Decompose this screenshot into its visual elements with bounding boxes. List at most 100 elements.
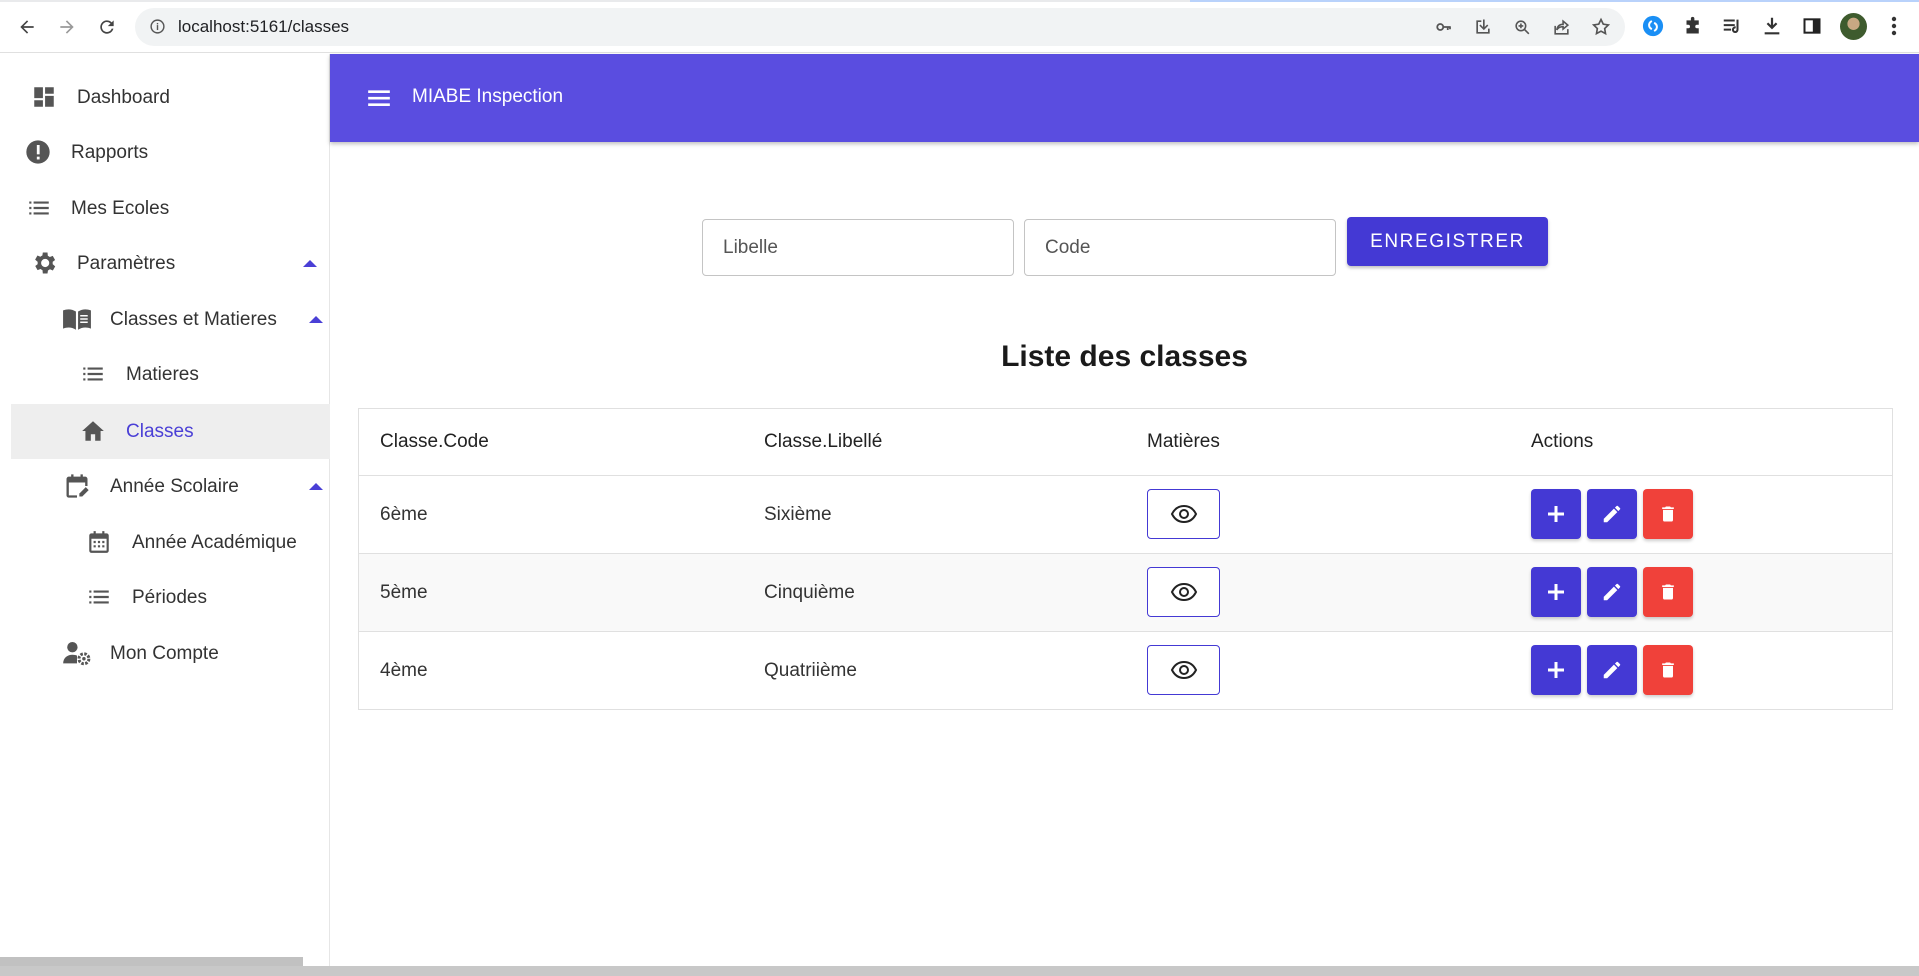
sidebar-item-periodes[interactable]: Périodes [0,570,330,625]
address-bar[interactable]: localhost:5161/classes [135,8,1625,46]
gear-icon [29,248,59,278]
pencil-icon [1603,505,1621,523]
class-code-cell: 6ème [380,504,428,525]
install-app-icon[interactable] [1472,16,1494,38]
class-libelle-cell: Quatriième [764,660,857,681]
column-header-libelle: Classe.Libellé [764,431,883,452]
reload-icon[interactable] [92,12,122,42]
user-settings-icon [62,638,92,668]
page-horizontal-scrollbar[interactable] [0,966,1919,976]
trash-icon [1662,584,1674,600]
trash-icon [1662,506,1674,522]
add-matiere-button[interactable] [1531,567,1581,617]
edit-button[interactable] [1587,489,1637,539]
sidebar: Dashboard Rapports Mes Ecoles Paramètres… [0,54,330,969]
trash-icon [1662,662,1674,678]
app-title: MIABE Inspection [412,86,564,107]
table-row: 4ème Quatriième [359,632,1892,709]
edit-button[interactable] [1587,645,1637,695]
code-field[interactable] [1024,219,1336,276]
site-info-icon[interactable] [149,18,166,40]
delete-button[interactable] [1643,645,1693,695]
browser-toolbar: localhost:5161/classes [0,0,1919,53]
share-icon[interactable] [1550,16,1572,38]
shazam-extension-icon[interactable] [1641,14,1665,38]
alert-circle-icon [23,137,53,167]
sidebar-item-label: Matieres [126,363,199,385]
class-code-cell: 4ème [380,660,428,681]
sidebar-item-rapports[interactable]: Rapports [0,125,330,180]
plus-icon [1548,662,1564,678]
delete-button[interactable] [1643,489,1693,539]
downloads-icon[interactable] [1760,14,1784,38]
list-title: Liste des classes [1001,340,1248,373]
column-header-code: Classe.Code [380,431,489,452]
expand-caret-icon [309,483,323,490]
hamburger-menu-icon[interactable] [366,85,392,111]
classes-table: Classe.Code Classe.Libellé Matières Acti… [358,408,1893,710]
column-header-matieres: Matières [1147,431,1220,452]
edit-button[interactable] [1587,567,1637,617]
sidebar-item-mon-compte[interactable]: Mon Compte [0,626,330,681]
media-queue-icon[interactable] [1720,14,1744,38]
sidebar-item-label: Classes et Matieres [110,308,277,330]
plus-icon [1548,506,1564,522]
code-input[interactable] [1025,220,1335,275]
home-icon [78,416,108,446]
sidebar-item-parametres[interactable]: Paramètres [0,236,330,291]
table-row: 6ème Sixième [359,476,1892,554]
sidebar-item-annee-academique[interactable]: Année Académique [0,515,330,570]
save-button[interactable]: ENREGISTRER [1347,217,1548,266]
pencil-icon [1603,583,1621,601]
calendar-edit-icon [62,471,92,501]
view-matieres-button[interactable] [1147,645,1220,695]
pencil-icon [1603,661,1621,679]
sidebar-item-classes-et-matieres[interactable]: Classes et Matieres [0,292,330,347]
key-icon[interactable] [1433,16,1455,38]
class-libelle-cell: Sixième [764,504,832,525]
zoom-icon[interactable] [1511,16,1533,38]
sidebar-item-label: Classes [126,420,194,442]
table-row: 5ème Cinquième [359,554,1892,632]
calendar-icon [84,527,114,557]
add-matiere-button[interactable] [1531,645,1581,695]
back-icon[interactable] [12,12,42,42]
libelle-input[interactable] [703,220,1013,275]
expand-caret-icon [303,260,317,267]
loading-bar [0,0,1919,2]
sidebar-item-mes-ecoles[interactable]: Mes Ecoles [0,181,330,236]
add-matiere-button[interactable] [1531,489,1581,539]
list-icon [78,359,108,389]
app-bar: MIABE Inspection [330,54,1919,142]
forward-icon[interactable] [52,12,82,42]
class-code-cell: 5ème [380,582,428,603]
libelle-field[interactable] [702,219,1014,276]
list-icon [84,582,114,612]
plus-icon [1548,584,1564,600]
eye-icon [1170,660,1197,680]
bookmark-star-icon[interactable] [1590,16,1612,38]
list-icon [24,193,54,223]
dashboard-icon [29,82,59,112]
sidebar-item-label: Périodes [132,586,207,608]
sidebar-item-label: Année Scolaire [110,475,239,497]
column-header-actions: Actions [1531,431,1594,452]
sidebar-item-label: Mon Compte [110,642,219,664]
expand-caret-icon [309,316,323,323]
class-libelle-cell: Cinquième [764,582,855,603]
view-matieres-button[interactable] [1147,567,1220,617]
sidebar-item-label: Année Académique [132,531,297,553]
sidebar-item-label: Dashboard [77,86,170,108]
sidebar-item-classes[interactable]: Classes [11,404,330,459]
browser-menu-icon[interactable] [1882,14,1906,38]
sidebar-item-matieres[interactable]: Matieres [0,347,330,402]
view-matieres-button[interactable] [1147,489,1220,539]
url-text: localhost:5161/classes [178,17,350,36]
delete-button[interactable] [1643,567,1693,617]
sidebar-item-dashboard[interactable]: Dashboard [0,70,330,125]
profile-avatar[interactable] [1840,13,1867,40]
side-panel-icon[interactable] [1800,14,1824,38]
eye-icon [1170,582,1197,602]
sidebar-item-annee-scolaire[interactable]: Année Scolaire [0,459,330,514]
extensions-puzzle-icon[interactable] [1681,14,1705,38]
